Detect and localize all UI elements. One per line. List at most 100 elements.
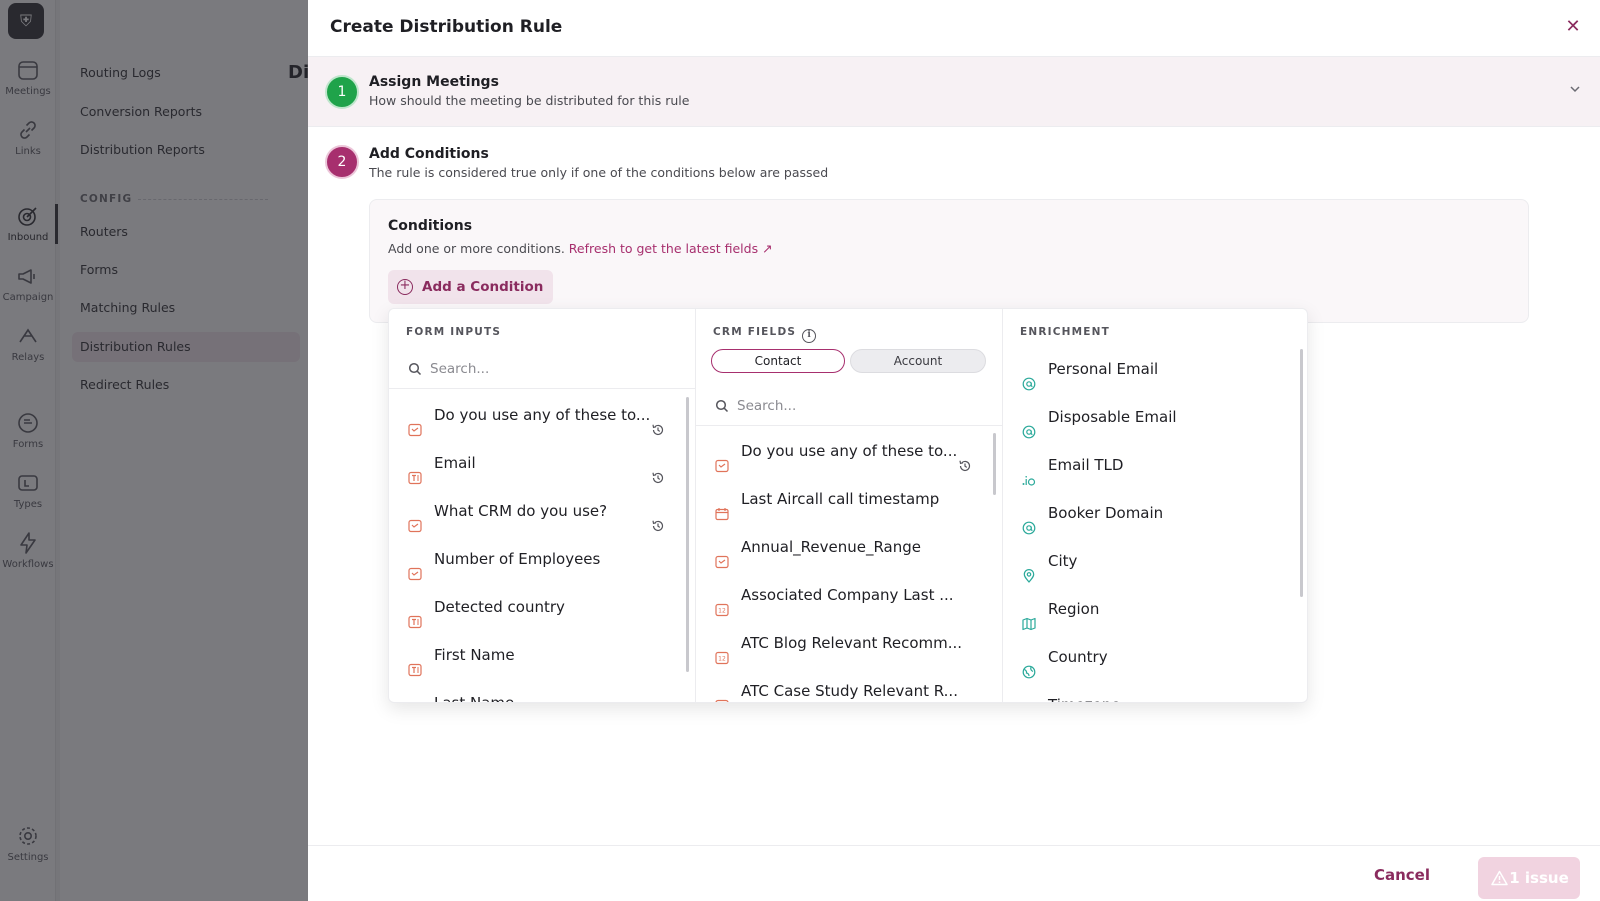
field-option[interactable]: City (1003, 537, 1307, 585)
field-option-label: Email TLD (1048, 456, 1124, 474)
field-option[interactable]: Personal Email (1003, 345, 1307, 393)
field-option-label: City (1048, 552, 1078, 570)
step-assign-meetings[interactable]: 1 Assign Meetings How should the meeting… (308, 57, 1600, 127)
cancel-button[interactable]: Cancel (1370, 857, 1434, 893)
form-inputs-heading: FORM INPUTS (406, 326, 502, 338)
scrollbar[interactable] (993, 433, 996, 495)
conditions-title: Conditions (388, 218, 473, 234)
field-option-label: Number of Employees (434, 550, 601, 568)
field-option-label: Disposable Email (1048, 408, 1177, 426)
field-option-label: Do you use any of these to... (741, 442, 958, 460)
crm-fields-heading-text: CRM FIELDS (713, 326, 797, 338)
field-option-label: Timezone (1048, 696, 1121, 702)
field-option-label: First Name (434, 646, 515, 664)
field-option[interactable]: Annual_Revenue_Range (696, 523, 1002, 571)
text-field-icon (408, 600, 422, 629)
crm-fields-heading: CRM FIELDS i (713, 326, 817, 343)
refresh-fields-link[interactable]: Refresh to get the latest fields ↗ (569, 241, 773, 256)
crm-fields-search-input[interactable] (737, 394, 977, 418)
scrollbar[interactable] (1300, 349, 1303, 597)
svg-text:12: 12 (718, 608, 726, 615)
text-field-icon (408, 456, 422, 485)
step-number-badge: 2 (325, 145, 359, 179)
clock-icon (1022, 698, 1036, 702)
close-icon[interactable]: ✕ (1562, 16, 1584, 38)
plus-circle-icon: + (397, 279, 413, 295)
field-option[interactable]: Do you use any of these to... (389, 391, 695, 439)
warning-icon (1491, 870, 1508, 886)
history-icon[interactable] (958, 444, 972, 472)
at-icon (1022, 506, 1036, 535)
field-option-label: Annual_Revenue_Range (741, 538, 922, 556)
field-option-label: Country (1048, 648, 1108, 666)
field-option-label: Associated Company Last ... (741, 586, 954, 604)
field-option[interactable]: Detected country (389, 583, 695, 631)
location-pin-icon (1022, 554, 1036, 583)
field-option-label: Booker Domain (1048, 504, 1164, 522)
field-option-label: What CRM do you use? (434, 502, 608, 520)
add-condition-label: Add a Condition (422, 279, 544, 295)
picklist-icon (715, 444, 729, 473)
step-title: Add Conditions (369, 146, 489, 162)
field-option[interactable]: 12 Associated Company Last ... (696, 571, 1002, 619)
field-option[interactable]: Timezone (1003, 681, 1307, 702)
form-inputs-list: Do you use any of these to... Email What C… (389, 391, 695, 703)
conditions-description: Add one or more conditions. Refresh to g… (388, 241, 773, 256)
field-option[interactable]: Last Name (389, 679, 695, 703)
field-option-label: Last Name (434, 694, 515, 703)
field-option[interactable]: First Name (389, 631, 695, 679)
field-option[interactable]: Booker Domain (1003, 489, 1307, 537)
create-rule-drawer: Create Distribution Rule ✕ 1 Assign Meet… (308, 0, 1600, 901)
field-option[interactable]: 12 ATC Case Study Relevant R... (696, 667, 1002, 702)
step-number-badge: 1 (325, 75, 359, 109)
field-option-label: Personal Email (1048, 360, 1159, 378)
scrollbar[interactable] (686, 397, 689, 672)
field-option[interactable]: Last Aircall call timestamp (696, 475, 1002, 523)
form-inputs-search-input[interactable] (430, 357, 670, 381)
chevron-down-icon[interactable] (1568, 82, 1582, 96)
field-option-label: Last Aircall call timestamp (741, 490, 940, 508)
text-field-icon (408, 696, 422, 702)
condition-field-picker: FORM INPUTS Do you use any of these to..… (388, 308, 1308, 703)
number-icon: 12 (715, 684, 729, 702)
map-icon (1022, 602, 1036, 631)
history-icon[interactable] (651, 408, 665, 436)
field-option[interactable]: Email (389, 439, 695, 487)
field-option[interactable]: Do you use any of these to... (696, 427, 1002, 475)
tab-account[interactable]: Account (850, 349, 986, 373)
picklist-icon (408, 504, 422, 533)
enrichment-heading: ENRICHMENT (1020, 326, 1111, 338)
svg-text:12: 12 (718, 656, 726, 663)
form-inputs-search (389, 349, 695, 389)
at-icon (1022, 410, 1036, 439)
issues-count-label: 1 issue (1509, 869, 1569, 887)
drawer-footer: Cancel 1 issue (308, 845, 1600, 901)
history-icon[interactable] (651, 504, 665, 532)
field-option-label: ATC Case Study Relevant R... (741, 682, 958, 700)
field-option-label: ATC Blog Relevant Recomm... (741, 634, 963, 652)
crm-fields-column: CRM FIELDS i Contact Account Do you use a… (696, 309, 1003, 702)
field-option[interactable]: Email TLD (1003, 441, 1307, 489)
picklist-icon (408, 408, 422, 437)
enrichment-column: ENRICHMENT Personal Email Disposable Emai… (1003, 309, 1307, 702)
field-option[interactable]: Region (1003, 585, 1307, 633)
search-icon (408, 362, 422, 376)
field-option[interactable]: 12 ATC Blog Relevant Recomm... (696, 619, 1002, 667)
conditions-box: Conditions Add one or more conditions. R… (369, 199, 1529, 323)
add-condition-button[interactable]: + Add a Condition (388, 270, 554, 304)
field-option-label: Detected country (434, 598, 565, 616)
picklist-icon (408, 552, 422, 581)
crm-fields-search (696, 386, 1002, 426)
field-option[interactable]: Country (1003, 633, 1307, 681)
text-field-icon (408, 648, 422, 677)
field-option[interactable]: Disposable Email (1003, 393, 1307, 441)
history-icon[interactable] (651, 456, 665, 484)
number-icon: 12 (715, 588, 729, 617)
tab-contact[interactable]: Contact (711, 349, 845, 373)
field-option[interactable]: What CRM do you use? (389, 487, 695, 535)
field-option[interactable]: Number of Employees (389, 535, 695, 583)
issues-button[interactable]: 1 issue (1478, 857, 1580, 899)
info-icon[interactable]: i (802, 329, 817, 343)
field-option-label: Region (1048, 600, 1100, 618)
step-title: Assign Meetings (369, 74, 499, 90)
